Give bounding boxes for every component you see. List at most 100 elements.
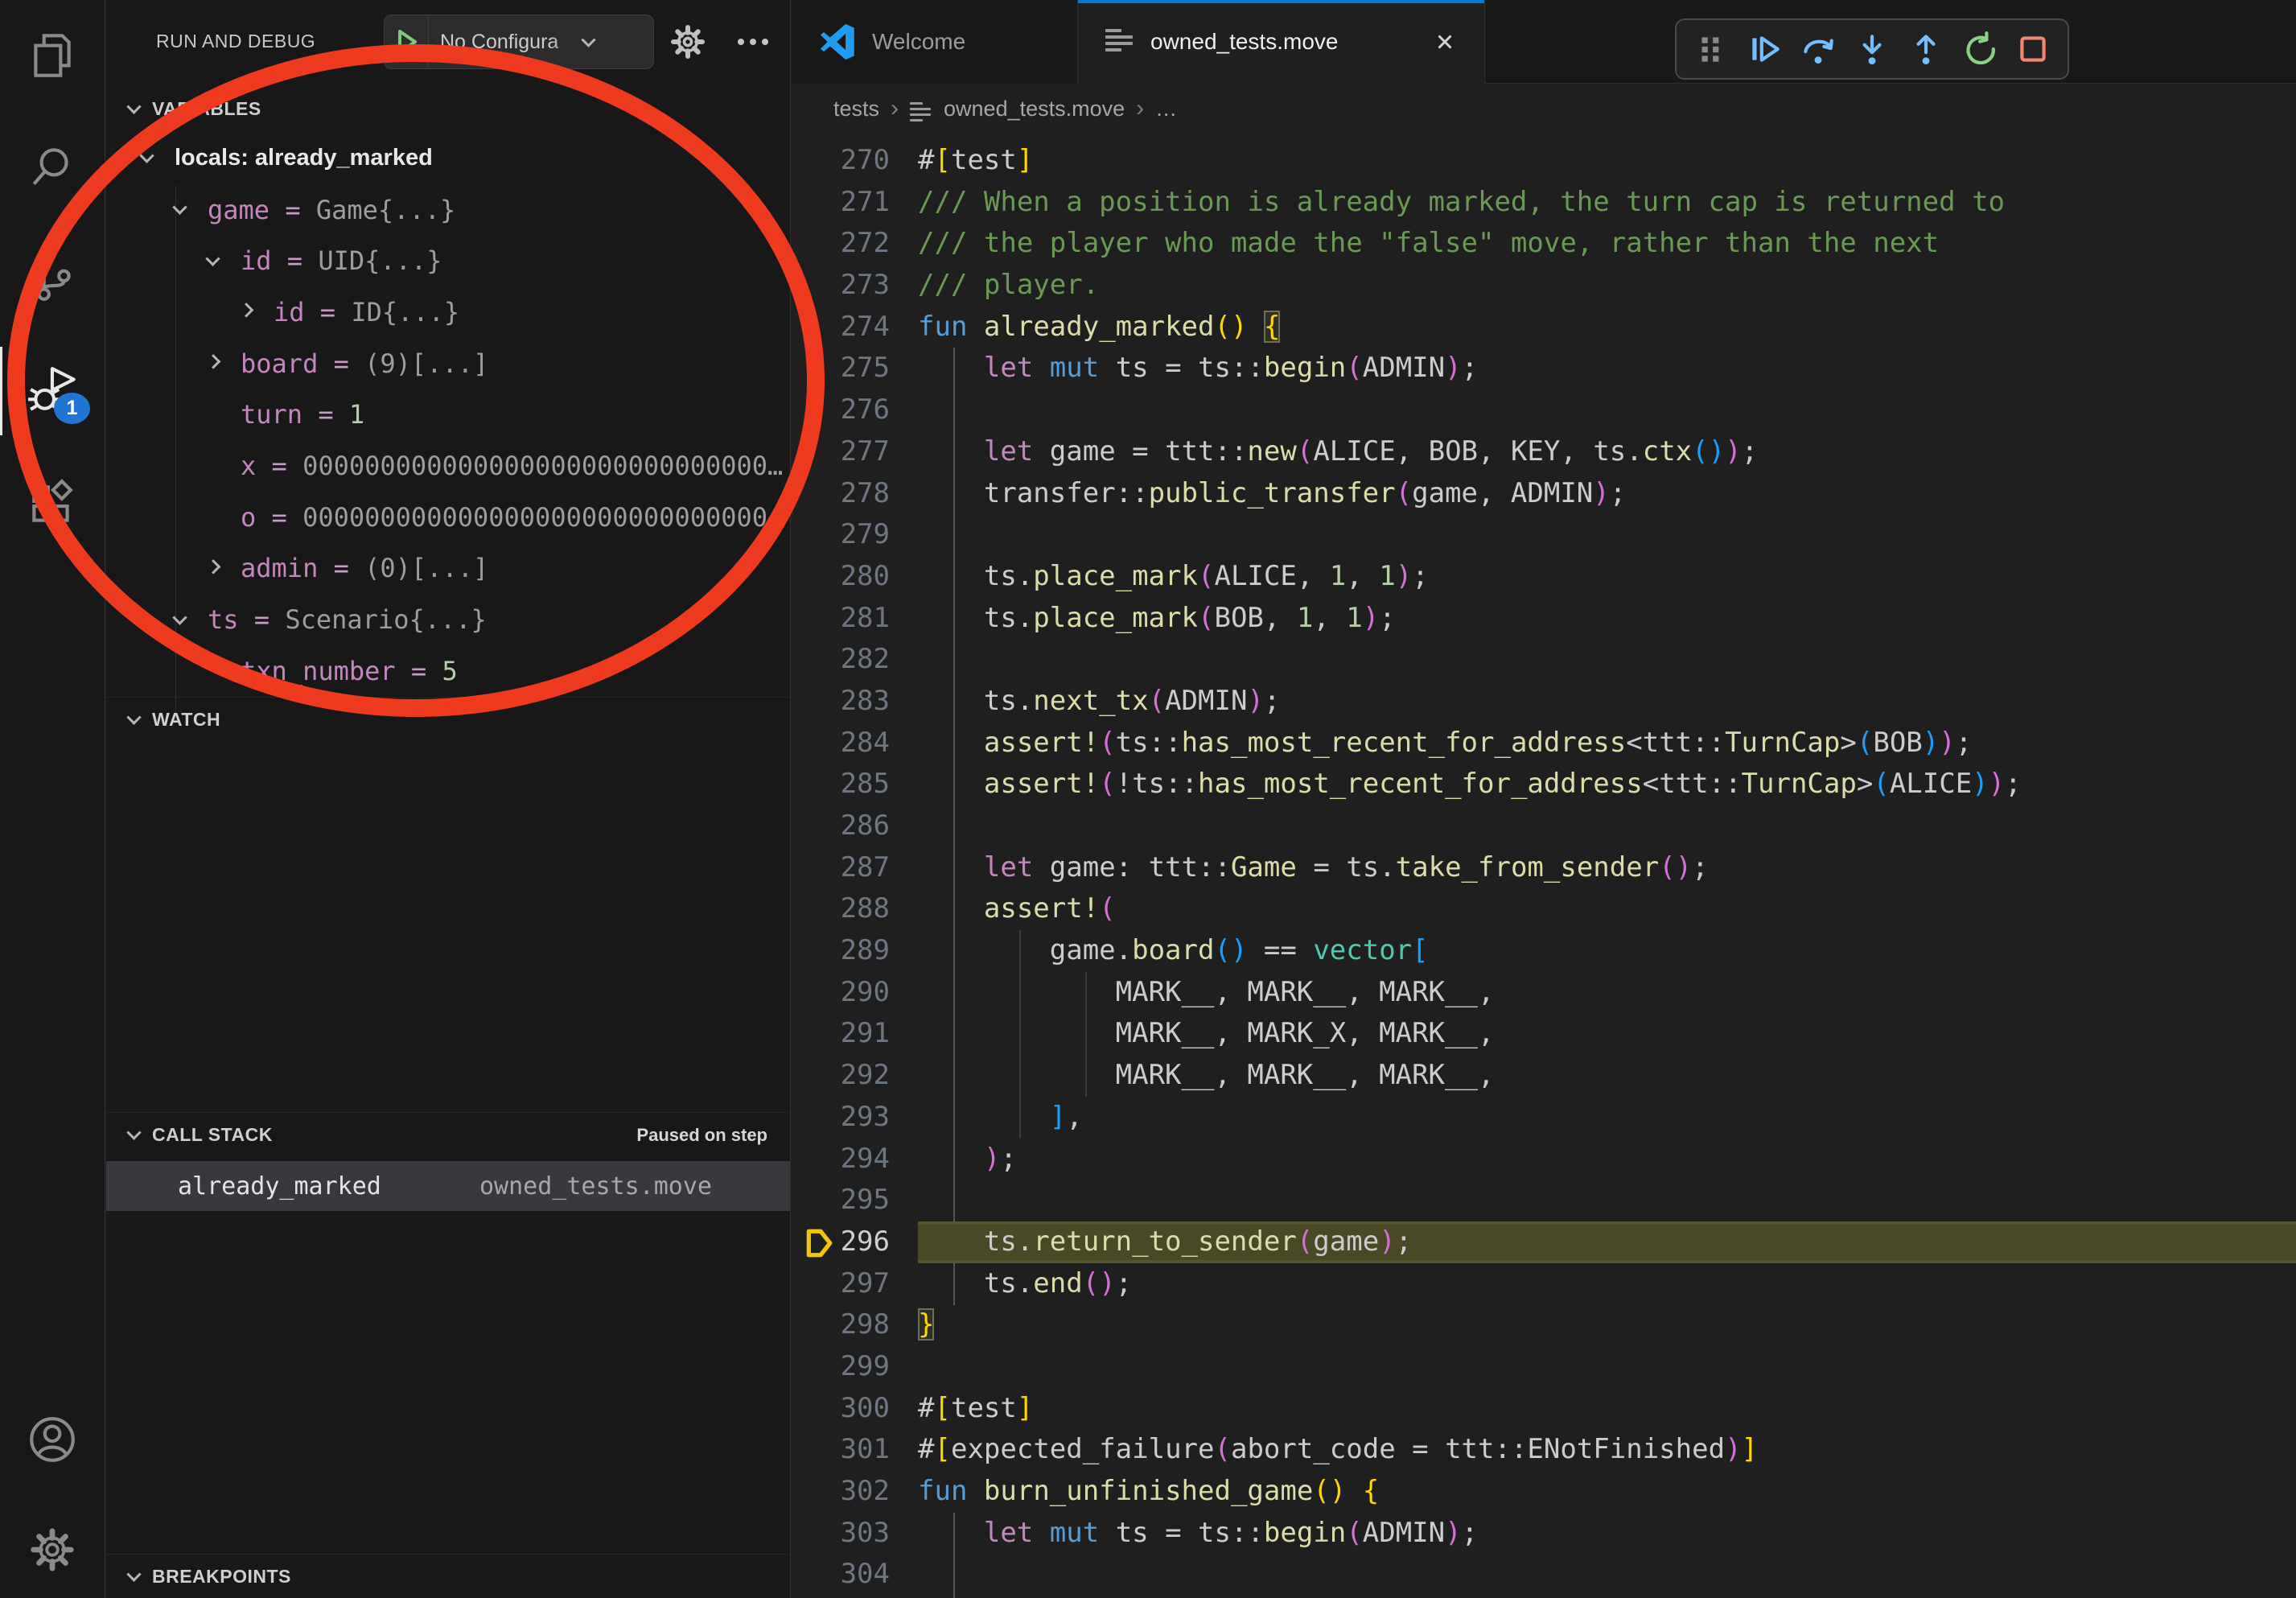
line-number[interactable]: 270 [792, 140, 918, 182]
line-number[interactable]: 272 [792, 223, 918, 265]
code-line[interactable]: 295 [792, 1180, 2296, 1221]
source-control-icon[interactable] [0, 235, 105, 323]
drag-handle-icon[interactable] [1693, 31, 1730, 68]
settings-gear-icon[interactable] [0, 1505, 105, 1594]
code-line[interactable]: 271/// When a position is already marked… [792, 182, 2296, 224]
code-line[interactable]: 272/// the player who made the "false" m… [792, 223, 2296, 265]
line-number[interactable]: 301 [792, 1429, 918, 1471]
variable-row[interactable]: game = Game{...} [106, 184, 790, 236]
code-line[interactable]: 290 MARK__, MARK__, MARK__, [792, 972, 2296, 1014]
line-number[interactable]: 292 [792, 1055, 918, 1097]
code-line[interactable]: 299 [792, 1346, 2296, 1388]
line-number[interactable]: 281 [792, 598, 918, 640]
search-icon[interactable] [0, 123, 105, 212]
variable-row[interactable]: id = ID{...} [106, 286, 790, 338]
line-number[interactable]: 304 [792, 1554, 918, 1596]
start-debugging-icon[interactable] [396, 29, 418, 55]
code-line[interactable]: 270#[test] [792, 140, 2296, 182]
line-number[interactable]: 282 [792, 639, 918, 681]
extensions-icon[interactable] [0, 459, 105, 548]
code-line[interactable]: 303 let mut ts = ts::begin(ADMIN); [792, 1513, 2296, 1555]
continue-icon[interactable] [1747, 31, 1784, 68]
code-line[interactable]: 276 [792, 389, 2296, 431]
code-line[interactable]: 274fun already_marked() { [792, 307, 2296, 348]
code-line[interactable]: 275 let mut ts = ts::begin(ADMIN); [792, 348, 2296, 389]
line-number[interactable]: 287 [792, 847, 918, 889]
breadcrumb-item-file[interactable]: owned_tests.move [944, 97, 1125, 121]
code-line[interactable]: 297 ts.end(); [792, 1263, 2296, 1305]
line-number[interactable]: 286 [792, 805, 918, 847]
breadcrumb[interactable]: tests › owned_tests.move › … [792, 84, 2296, 133]
variable-row[interactable]: turn = 1 [106, 389, 790, 440]
account-icon[interactable] [0, 1395, 105, 1484]
line-number[interactable]: 276 [792, 389, 918, 431]
variable-row[interactable]: id = UID{...} [106, 235, 790, 286]
variable-row[interactable]: txn_number = 5 [106, 645, 790, 697]
more-actions-icon[interactable] [733, 24, 773, 60]
line-number[interactable]: 274 [792, 307, 918, 348]
step-over-icon[interactable] [1800, 31, 1837, 68]
line-number[interactable]: 283 [792, 681, 918, 723]
line-number[interactable]: 277 [792, 431, 918, 473]
line-number[interactable]: 271 [792, 182, 918, 224]
tab-owned-tests-move[interactable]: owned_tests.move [1078, 0, 1485, 84]
line-number[interactable]: 291 [792, 1013, 918, 1055]
line-number[interactable]: 290 [792, 972, 918, 1014]
watch-section-header[interactable]: WATCH [106, 697, 790, 742]
stop-icon[interactable] [2014, 31, 2051, 68]
code-editor[interactable]: 270#[test]271/// When a position is alre… [792, 140, 2296, 1598]
code-line[interactable]: 292 MARK__, MARK__, MARK__, [792, 1055, 2296, 1097]
code-line[interactable]: 278 transfer::public_transfer(game, ADMI… [792, 473, 2296, 515]
line-number[interactable]: 285 [792, 764, 918, 805]
step-out-icon[interactable] [1907, 31, 1944, 68]
code-line[interactable]: 283 ts.next_tx(ADMIN); [792, 681, 2296, 723]
line-number[interactable]: 289 [792, 930, 918, 972]
code-line[interactable]: 302fun burn_unfinished_game() { [792, 1471, 2296, 1513]
code-line[interactable]: 273/// player. [792, 265, 2296, 307]
close-icon[interactable] [1433, 30, 1457, 54]
variables-scope-row[interactable]: locals: already_marked [106, 133, 790, 184]
line-number[interactable]: 303 [792, 1513, 918, 1555]
variables-section-header[interactable]: VARIABLES [106, 86, 790, 131]
line-number[interactable]: 297 [792, 1263, 918, 1305]
code-line[interactable]: 301#[expected_failure(abort_code = ttt::… [792, 1429, 2296, 1471]
line-number[interactable]: 275 [792, 348, 918, 389]
explorer-icon[interactable] [0, 11, 105, 100]
line-number[interactable]: 299 [792, 1346, 918, 1388]
code-line[interactable]: 287 let game: ttt::Game = ts.take_from_s… [792, 847, 2296, 889]
line-number[interactable]: 280 [792, 556, 918, 598]
code-line[interactable]: 293 ], [792, 1097, 2296, 1139]
code-line[interactable]: 285 assert!(!ts::has_most_recent_for_add… [792, 764, 2296, 805]
tab-welcome[interactable]: Welcome [792, 0, 1078, 84]
line-number[interactable]: 288 [792, 888, 918, 930]
launch-config-dropdown[interactable]: No Configura [384, 14, 654, 69]
code-line[interactable]: 284 assert!(ts::has_most_recent_for_addr… [792, 723, 2296, 764]
breadcrumb-item-tests[interactable]: tests [833, 97, 879, 121]
line-number[interactable]: 294 [792, 1139, 918, 1180]
run-and-debug-icon[interactable]: 1 [0, 347, 105, 435]
variable-row[interactable]: board = (9)[...] [106, 338, 790, 389]
code-line[interactable]: 298} [792, 1304, 2296, 1346]
code-line[interactable]: 282 [792, 639, 2296, 681]
variable-row[interactable]: ts = Scenario{...} [106, 594, 790, 645]
line-number[interactable]: 293 [792, 1097, 918, 1139]
variable-row[interactable]: x = 000000000000000000000000000000… [106, 440, 790, 492]
line-number[interactable]: 284 [792, 723, 918, 764]
breakpoints-section-header[interactable]: BREAKPOINTS [106, 1554, 790, 1598]
line-number[interactable]: 278 [792, 473, 918, 515]
code-line[interactable]: 280 ts.place_mark(ALICE, 1, 1); [792, 556, 2296, 598]
line-number[interactable]: 273 [792, 265, 918, 307]
call-stack-frame[interactable]: already_marked owned_tests.move [106, 1161, 790, 1211]
line-number[interactable]: 279 [792, 514, 918, 556]
code-line[interactable]: 294 ); [792, 1139, 2296, 1180]
code-line[interactable]: 277 let game = ttt::new(ALICE, BOB, KEY,… [792, 431, 2296, 473]
code-line[interactable]: 286 [792, 805, 2296, 847]
call-stack-section-header[interactable]: CALL STACK Paused on step [106, 1112, 790, 1157]
variable-row[interactable]: admin = (0)[...] [106, 543, 790, 595]
line-number[interactable]: 300 [792, 1388, 918, 1430]
code-line[interactable]: 281 ts.place_mark(BOB, 1, 1); [792, 598, 2296, 640]
line-number[interactable]: 298 [792, 1304, 918, 1346]
line-number[interactable]: 302 [792, 1471, 918, 1513]
debug-settings-gear-icon[interactable] [669, 23, 707, 61]
code-line[interactable]: 289 game.board() == vector[ [792, 930, 2296, 972]
